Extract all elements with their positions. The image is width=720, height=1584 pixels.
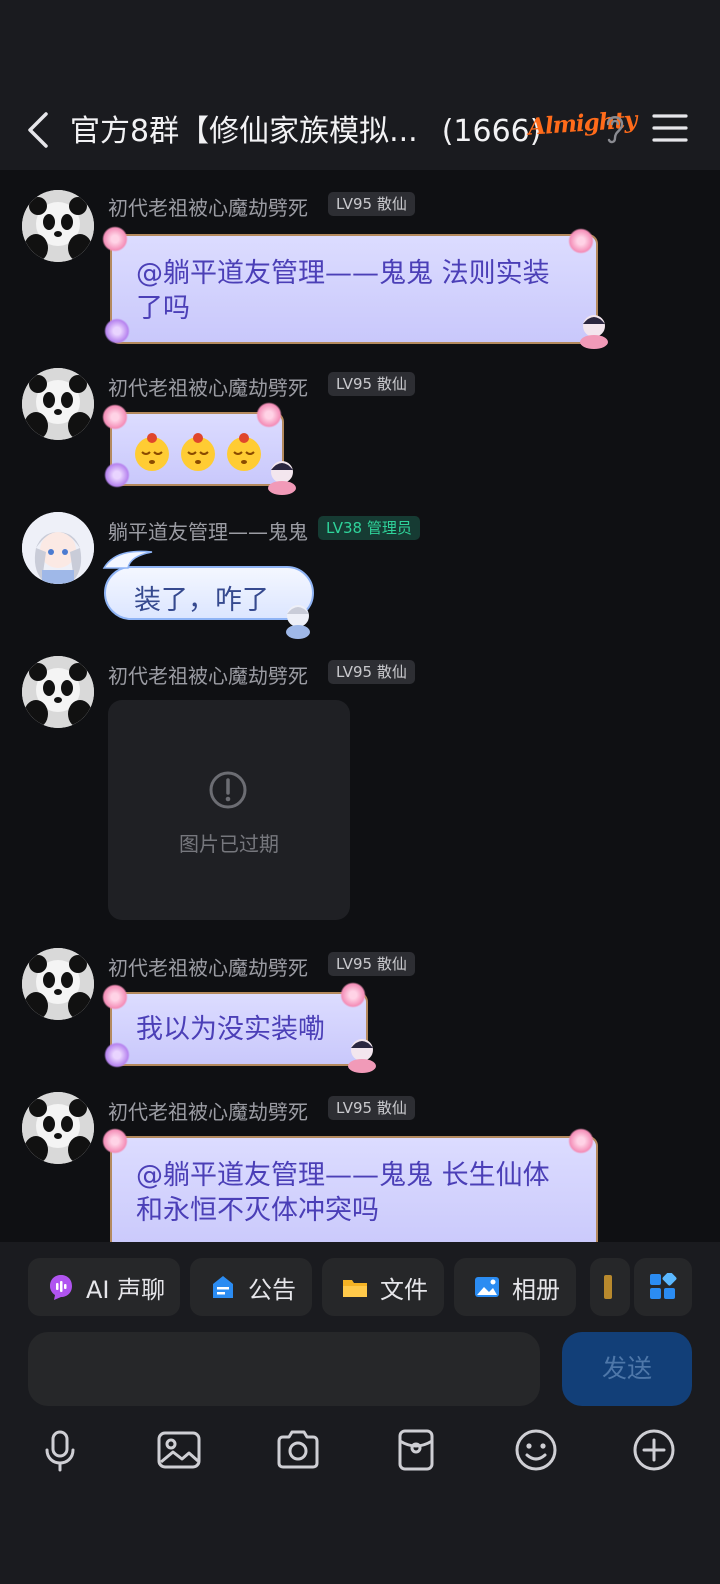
expired-image[interactable]: 图片已过期 <box>108 700 350 920</box>
flower-decoration <box>568 1128 594 1154</box>
album-button[interactable]: 相册 <box>454 1258 576 1316</box>
group-name: 官方8群【修仙家族模拟... <box>70 114 418 149</box>
microphone-icon[interactable] <box>36 1426 84 1474</box>
emoji-sticker-icon <box>135 433 261 471</box>
level-badge: LV95 散仙 <box>328 192 415 216</box>
sender-name: 初代老祖被心魔劫劈死 <box>108 376 308 400</box>
panda-avatar-icon <box>22 190 94 262</box>
level-badge: LV95 散仙 <box>328 1096 415 1120</box>
sender-name: 初代老祖被心魔劫劈死 <box>108 956 308 980</box>
level-badge: LV95 散仙 <box>328 660 415 684</box>
warning-icon <box>209 771 247 809</box>
apps-grid-icon <box>650 1273 677 1299</box>
chibi-sticker-icon <box>268 461 296 495</box>
chat-header: 官方8群【修仙家族模拟... (1666) Almighty <box>0 88 720 170</box>
ai-voice-chat-button[interactable]: AI 声聊 <box>28 1258 180 1316</box>
panda-avatar-icon <box>22 368 94 440</box>
files-button[interactable]: 文件 <box>322 1258 444 1316</box>
folder-icon <box>343 1280 367 1297</box>
status-bar <box>0 0 720 88</box>
message-list[interactable]: 初代老祖被心魔劫劈死 LV95 散仙 @躺平道友管理——鬼鬼 法则实装了吗 初代… <box>0 170 720 1242</box>
flower-decoration <box>104 462 130 488</box>
more-quick-action[interactable] <box>590 1258 630 1316</box>
red-packet-icon[interactable] <box>392 1426 440 1474</box>
anime-avatar-icon <box>22 512 94 584</box>
sender-name: 初代老祖被心魔劫劈死 <box>108 664 308 688</box>
avatar[interactable] <box>22 1092 94 1164</box>
menu-icon[interactable] <box>652 112 688 144</box>
group-title[interactable]: 官方8群【修仙家族模拟... (1666) <box>70 106 541 150</box>
panda-avatar-icon <box>22 948 94 1020</box>
flower-decoration <box>104 1042 130 1068</box>
quick-action-label: 文件 <box>380 1275 428 1304</box>
avatar[interactable] <box>22 656 94 728</box>
apps-button[interactable] <box>634 1258 692 1316</box>
wing-decoration-icon <box>102 550 153 569</box>
composer-panel: AI 声聊 公告 文件 相册 发送 <box>0 1242 720 1584</box>
avatar[interactable] <box>22 190 94 262</box>
quick-action-label: 公告 <box>248 1275 296 1304</box>
plus-icon[interactable] <box>630 1426 678 1474</box>
quick-action-label: 相册 <box>512 1275 560 1304</box>
avatar[interactable] <box>22 948 94 1020</box>
message-text: @躺平道友管理——鬼鬼 长生仙体和永恒不灭体冲突吗 <box>136 1160 550 1226</box>
album-icon <box>475 1277 499 1297</box>
level-badge: LV95 散仙 <box>328 372 415 396</box>
flower-decoration <box>102 226 128 252</box>
sender-name: 初代老祖被心魔劫劈死 <box>108 1100 308 1124</box>
ear-icon[interactable] <box>603 110 627 146</box>
image-icon[interactable] <box>155 1426 203 1474</box>
flower-decoration <box>102 1128 128 1154</box>
message-text: 装了，咋了 <box>134 585 269 616</box>
expired-label: 图片已过期 <box>179 832 279 856</box>
emoji-icon[interactable] <box>512 1426 560 1474</box>
level-badge: LV95 散仙 <box>328 952 415 976</box>
message-text: 我以为没实装嘞 <box>136 1014 325 1045</box>
flower-decoration <box>104 318 130 344</box>
sender-name: 躺平道友管理——鬼鬼 <box>108 520 308 544</box>
flower-decoration <box>568 228 594 254</box>
chibi-sticker-icon <box>286 605 310 639</box>
message-bubble[interactable]: @躺平道友管理——鬼鬼 长生仙体和永恒不灭体冲突吗 <box>110 1136 598 1242</box>
flower-decoration <box>340 982 366 1008</box>
announcement-icon <box>213 1276 233 1298</box>
ai-voice-icon <box>50 1275 72 1300</box>
sender-name: 初代老祖被心魔劫劈死 <box>108 196 308 220</box>
camera-icon[interactable] <box>274 1426 322 1474</box>
avatar[interactable] <box>22 368 94 440</box>
panda-avatar-icon <box>22 1092 94 1164</box>
message-text: @躺平道友管理——鬼鬼 法则实装了吗 <box>136 258 550 324</box>
panda-avatar-icon <box>22 656 94 728</box>
send-button[interactable]: 发送 <box>562 1332 692 1406</box>
chibi-sticker-icon <box>348 1039 376 1073</box>
message-bubble[interactable]: 我以为没实装嘞 <box>110 992 368 1066</box>
message-input[interactable] <box>28 1332 540 1406</box>
flower-decoration <box>102 404 128 430</box>
admin-badge: LV38 管理员 <box>318 516 420 540</box>
chibi-sticker-icon <box>580 315 608 349</box>
flower-decoration <box>256 402 282 428</box>
announcement-button[interactable]: 公告 <box>190 1258 312 1316</box>
quick-action-label: AI 声聊 <box>86 1275 166 1304</box>
member-count: (1666) <box>441 114 542 149</box>
message-bubble[interactable]: @躺平道友管理——鬼鬼 法则实装了吗 <box>110 234 598 344</box>
back-icon[interactable] <box>20 108 60 152</box>
clipped-icon <box>604 1275 612 1299</box>
avatar[interactable] <box>22 512 94 584</box>
flower-decoration <box>102 984 128 1010</box>
